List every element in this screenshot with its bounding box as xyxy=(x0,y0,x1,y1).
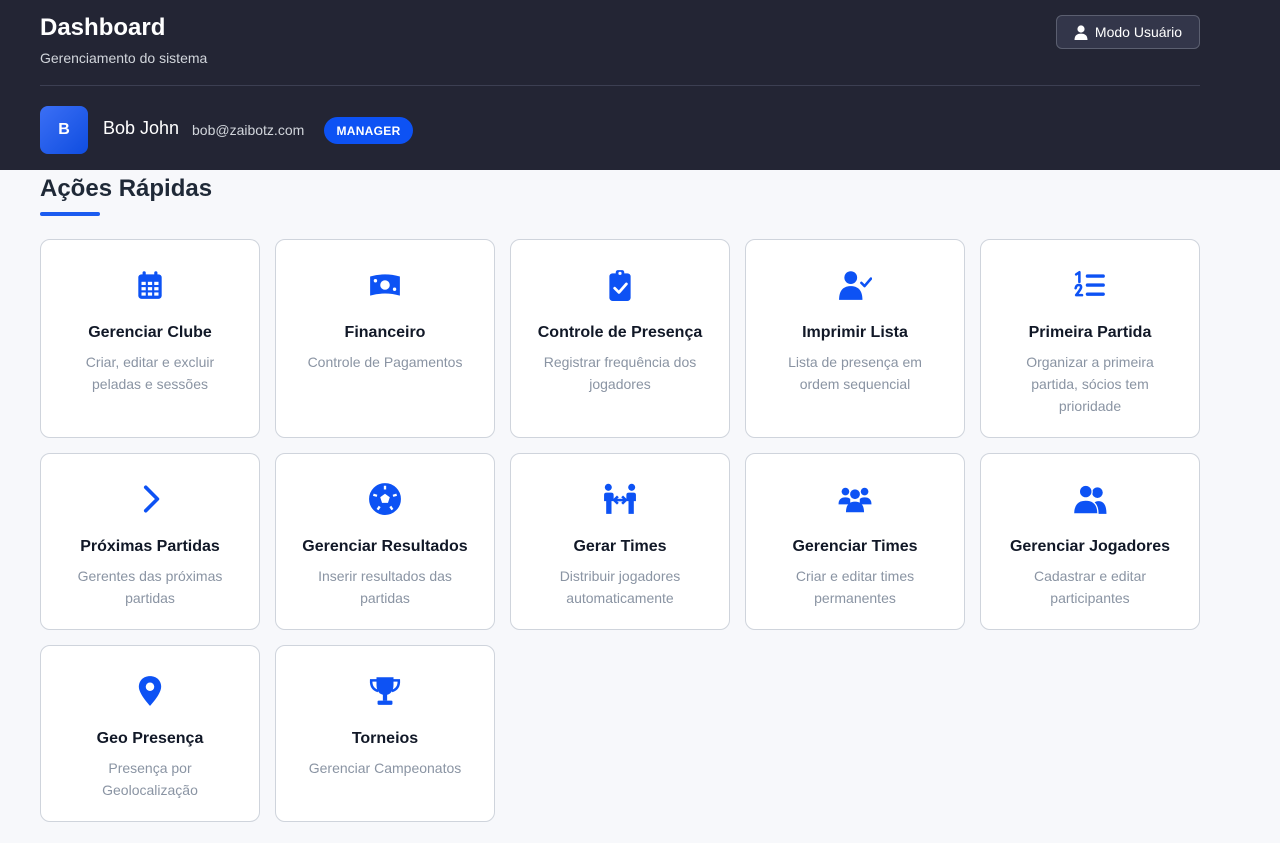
avatar: B xyxy=(40,106,88,154)
calendar-icon xyxy=(41,268,259,304)
soccer-ball-icon xyxy=(276,482,494,518)
page-subtitle: Gerenciamento do sistema xyxy=(40,50,208,66)
card-gerenciar-clube[interactable]: Gerenciar Clube Criar, editar e excluir … xyxy=(40,239,260,438)
card-gerenciar-times[interactable]: Gerenciar Times Criar e editar times per… xyxy=(745,453,965,630)
card-imprimir-lista[interactable]: Imprimir Lista Lista de presença em orde… xyxy=(745,239,965,438)
card-gerar-times[interactable]: Gerar Times Distribuir jogadores automat… xyxy=(510,453,730,630)
card-controle-presenca[interactable]: Controle de Presença Registrar frequênci… xyxy=(510,239,730,438)
card-description: Presença por Geolocalização xyxy=(102,760,198,798)
card-proximas-partidas[interactable]: Próximas Partidas Gerentes das próximas … xyxy=(40,453,260,630)
user-email: bob@zaibotz.com xyxy=(192,122,305,138)
section-underline xyxy=(40,212,100,216)
card-gerenciar-jogadores[interactable]: Gerenciar Jogadores Cadastrar e editar p… xyxy=(980,453,1200,630)
user-name: Bob John xyxy=(103,118,180,138)
card-description: Inserir resultados das partidas xyxy=(318,568,452,606)
role-badge: MANAGER xyxy=(324,117,413,144)
user-mode-button[interactable]: Modo Usuário xyxy=(1056,15,1200,49)
card-description: Criar, editar e excluir peladas e sessõe… xyxy=(85,354,215,392)
card-description: Criar e editar times permanentes xyxy=(795,568,915,606)
card-title: Financeiro xyxy=(344,324,426,341)
map-pin-icon xyxy=(41,674,259,710)
card-title: Gerenciar Jogadores xyxy=(1009,538,1171,555)
user-check-icon xyxy=(746,268,964,304)
card-description: Gerenciar Campeonatos xyxy=(308,760,462,776)
card-title: Gerenciar Clube xyxy=(88,324,212,341)
users-group-icon xyxy=(746,482,964,518)
card-description: Lista de presença em ordem sequencial xyxy=(788,354,922,392)
user-icon xyxy=(1074,24,1088,40)
page-title: Dashboard xyxy=(40,14,166,41)
people-arrows-icon xyxy=(511,482,729,518)
card-title: Primeira Partida xyxy=(1028,324,1152,341)
card-title: Torneios xyxy=(351,730,419,747)
card-title: Gerenciar Resultados xyxy=(302,538,468,555)
user-friends-icon xyxy=(981,482,1199,518)
card-title: Gerenciar Times xyxy=(792,538,918,555)
card-description: Distribuir jogadores automaticamente xyxy=(559,568,681,606)
section-title: Ações Rápidas xyxy=(40,175,213,202)
card-description: Registrar frequência dos jogadores xyxy=(543,354,697,392)
card-title: Geo Presença xyxy=(96,730,204,747)
card-torneios[interactable]: Torneios Gerenciar Campeonatos xyxy=(275,645,495,822)
card-title: Imprimir Lista xyxy=(802,324,908,341)
trophy-icon xyxy=(276,674,494,710)
card-title: Gerar Times xyxy=(573,538,667,555)
chevron-right-icon xyxy=(41,482,259,518)
header: Dashboard Gerenciamento do sistema Modo … xyxy=(0,0,1280,170)
card-description: Cadastrar e editar participantes xyxy=(1033,568,1147,606)
list-ol-icon xyxy=(981,268,1199,304)
money-icon xyxy=(276,268,494,304)
card-gerenciar-resultados[interactable]: Gerenciar Resultados Inserir resultados … xyxy=(275,453,495,630)
card-title: Controle de Presença xyxy=(537,324,703,341)
card-description: Organizar a primeira partida, sócios tem… xyxy=(1026,354,1154,414)
card-description: Controle de Pagamentos xyxy=(307,354,463,370)
card-title: Próximas Partidas xyxy=(80,538,220,555)
header-divider xyxy=(40,85,1200,86)
user-mode-label: Modo Usuário xyxy=(1094,24,1183,40)
clipboard-check-icon xyxy=(511,268,729,304)
card-financeiro[interactable]: Financeiro Controle de Pagamentos xyxy=(275,239,495,438)
card-primeira-partida[interactable]: Primeira Partida Organizar a primeira pa… xyxy=(980,239,1200,438)
card-description: Gerentes das próximas partidas xyxy=(77,568,223,606)
card-geo-presenca[interactable]: Geo Presença Presença por Geolocalização xyxy=(40,645,260,822)
